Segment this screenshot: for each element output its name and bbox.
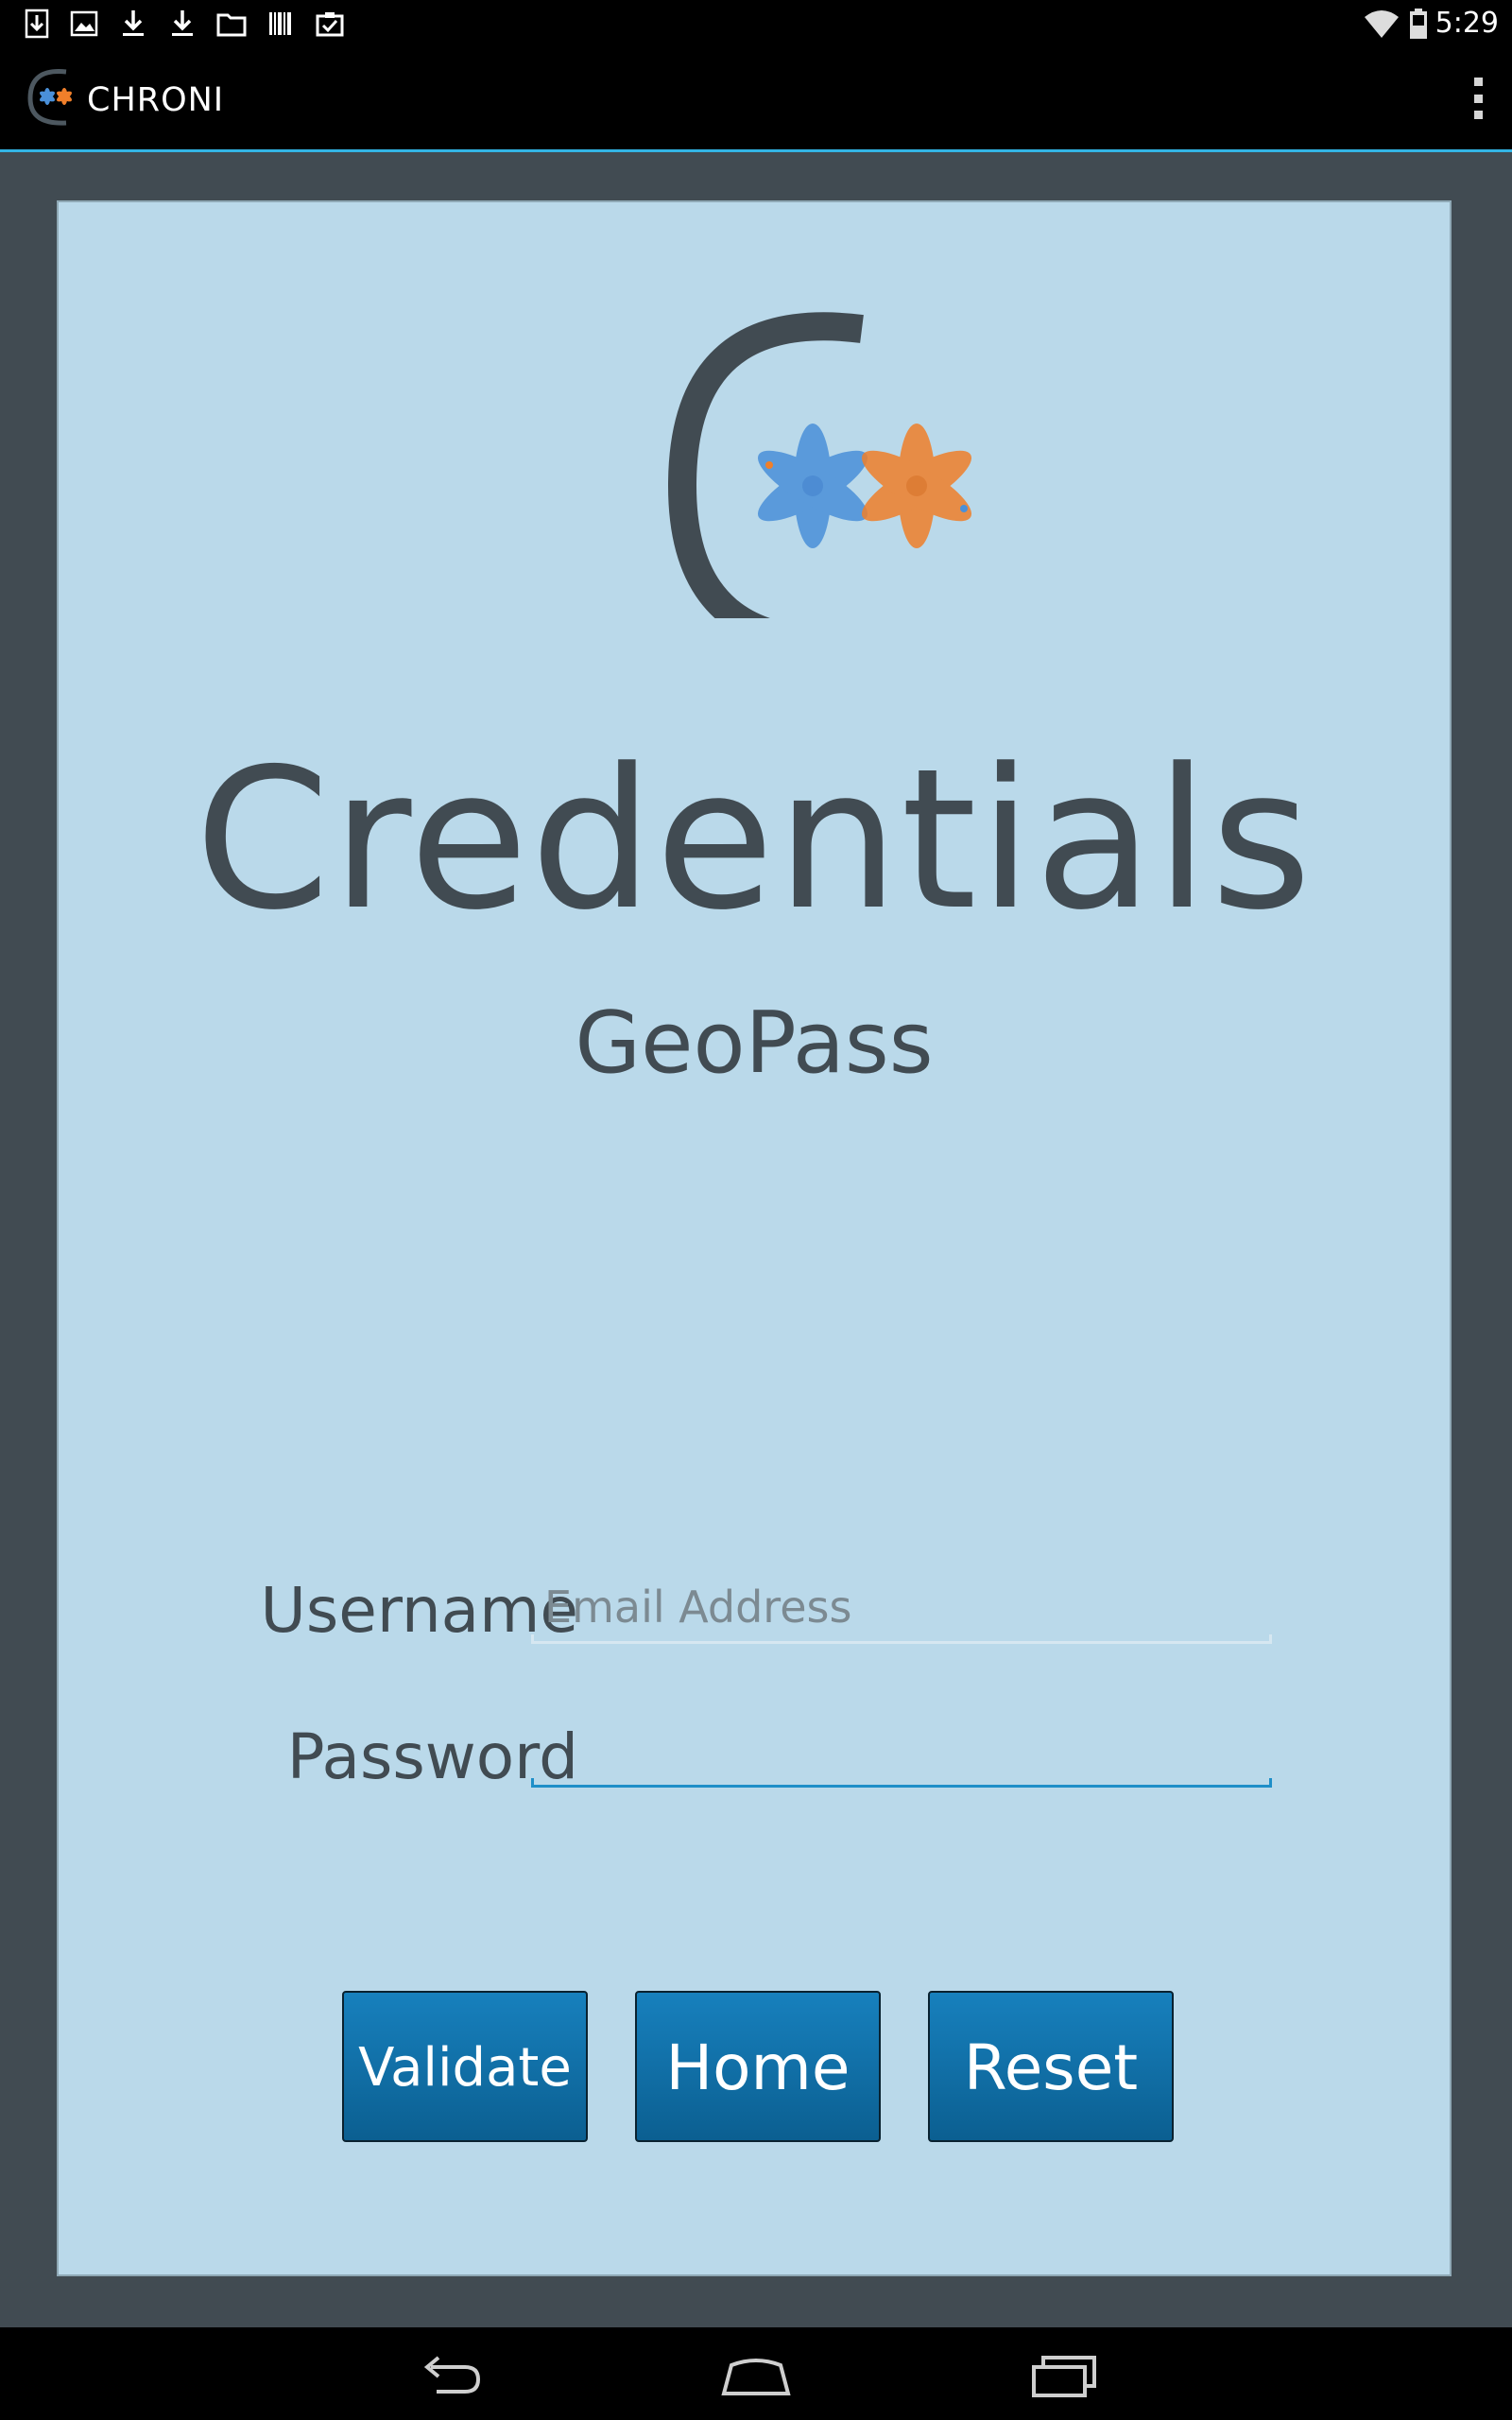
username-underline <box>531 1634 1272 1644</box>
password-underline <box>531 1778 1272 1788</box>
status-bar: 5:29 <box>0 0 1512 47</box>
overflow-dot <box>1473 78 1483 86</box>
back-icon[interactable] <box>412 2346 488 2403</box>
action-bar: CHRONI <box>0 47 1512 152</box>
download-icon <box>123 10 144 36</box>
app-title: CHRONI <box>87 81 225 119</box>
download-icon <box>172 10 193 36</box>
clipboard-check-icon <box>316 12 344 37</box>
home-icon[interactable] <box>718 2346 794 2403</box>
barcode-icon <box>269 12 291 35</box>
app-logo-icon[interactable] <box>25 66 85 127</box>
overflow-menu-icon[interactable] <box>1463 72 1493 125</box>
navigation-bar <box>0 2327 1512 2420</box>
home-button[interactable]: Home <box>635 1991 881 2142</box>
folder-icon <box>216 13 247 37</box>
page-title: Credentials <box>195 728 1314 953</box>
overflow-dot <box>1473 111 1483 119</box>
underline-tick <box>531 1634 534 1644</box>
reset-button[interactable]: Reset <box>928 1991 1174 2142</box>
validate-button[interactable]: Validate <box>342 1991 588 2142</box>
chroni-logo-icon <box>667 312 972 618</box>
wifi-icon <box>1365 10 1399 38</box>
username-label: Username <box>260 1574 578 1647</box>
underline-tick <box>1269 1634 1272 1644</box>
password-input[interactable] <box>531 1717 1272 1785</box>
download-box-icon <box>25 9 49 39</box>
underline-tick <box>1269 1778 1272 1788</box>
recents-icon[interactable] <box>1026 2346 1102 2403</box>
overflow-dot <box>1473 94 1483 103</box>
status-time: 5:29 <box>1435 7 1499 40</box>
underline-tick <box>531 1778 534 1788</box>
image-icon <box>70 10 98 37</box>
page-subtitle: GeoPass <box>575 994 934 1093</box>
username-input[interactable] <box>531 1573 1272 1641</box>
credentials-card: Credentials GeoPass Username Password Va… <box>57 200 1452 2276</box>
battery-icon <box>1410 9 1427 39</box>
password-label: Password <box>286 1720 578 1793</box>
